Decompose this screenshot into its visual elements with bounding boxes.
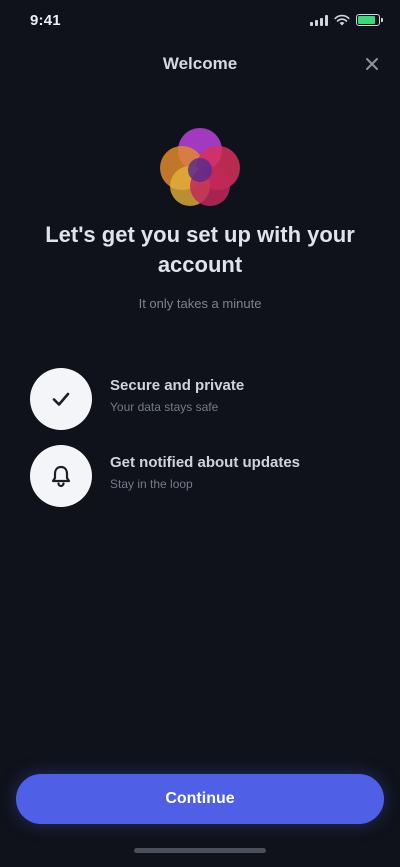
feature-item: Get notified about updates Stay in the l… <box>26 445 374 515</box>
continue-button[interactable]: Continue <box>16 774 384 824</box>
close-icon[interactable] <box>360 52 384 76</box>
status-time: 9:41 <box>30 12 61 29</box>
feature-text: Secure and private Your data stays safe <box>110 376 374 416</box>
cellular-signal-icon <box>310 14 328 26</box>
status-bar: 9:41 <box>0 0 400 44</box>
feature-title: Get notified about updates <box>110 454 300 471</box>
page-title: Welcome <box>162 54 238 73</box>
checkmark-icon <box>30 368 92 430</box>
onboarding-heading: Let's get you set up with your account <box>45 222 355 277</box>
feature-item: Secure and private Your data stays safe <box>26 368 374 438</box>
onboarding-screen: 9:41 Welcome Let's get you set up with y… <box>0 0 400 867</box>
feature-description: Your data stays safe <box>110 400 219 414</box>
onboarding-subtitle: It only takes a minute <box>138 296 262 311</box>
battery-icon <box>356 14 383 26</box>
feature-description: Stay in the loop <box>110 477 193 491</box>
feature-title: Secure and private <box>110 377 245 394</box>
battery-level <box>358 16 375 24</box>
feature-text: Get notified about updates Stay in the l… <box>110 453 374 493</box>
wifi-icon <box>334 14 350 26</box>
bell-icon <box>30 445 92 507</box>
home-indicator[interactable] <box>134 848 266 853</box>
multicolor-flower-logo <box>148 116 252 220</box>
status-icons <box>310 14 383 26</box>
